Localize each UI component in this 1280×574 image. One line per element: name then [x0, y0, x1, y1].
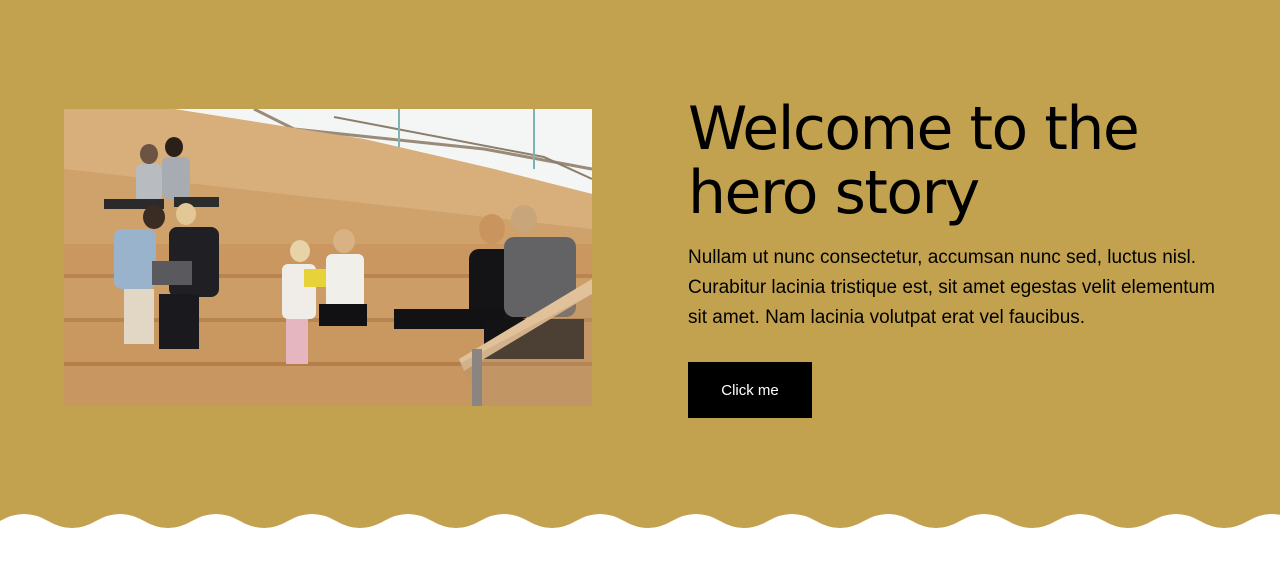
hero-title: Welcome to the hero story	[688, 94, 1140, 228]
hero-description: Nullam ut nunc consectetur, accumsan nun…	[688, 247, 1215, 328]
hero-section: Welcome to the hero story Nullam ut nunc…	[0, 0, 1280, 574]
wave-divider	[0, 514, 1280, 574]
hero-image	[64, 109, 592, 406]
hero-content: Welcome to the hero story Nullam ut nunc…	[688, 94, 1228, 418]
photo-icon	[64, 109, 592, 406]
click-me-button[interactable]: Click me	[688, 362, 812, 418]
